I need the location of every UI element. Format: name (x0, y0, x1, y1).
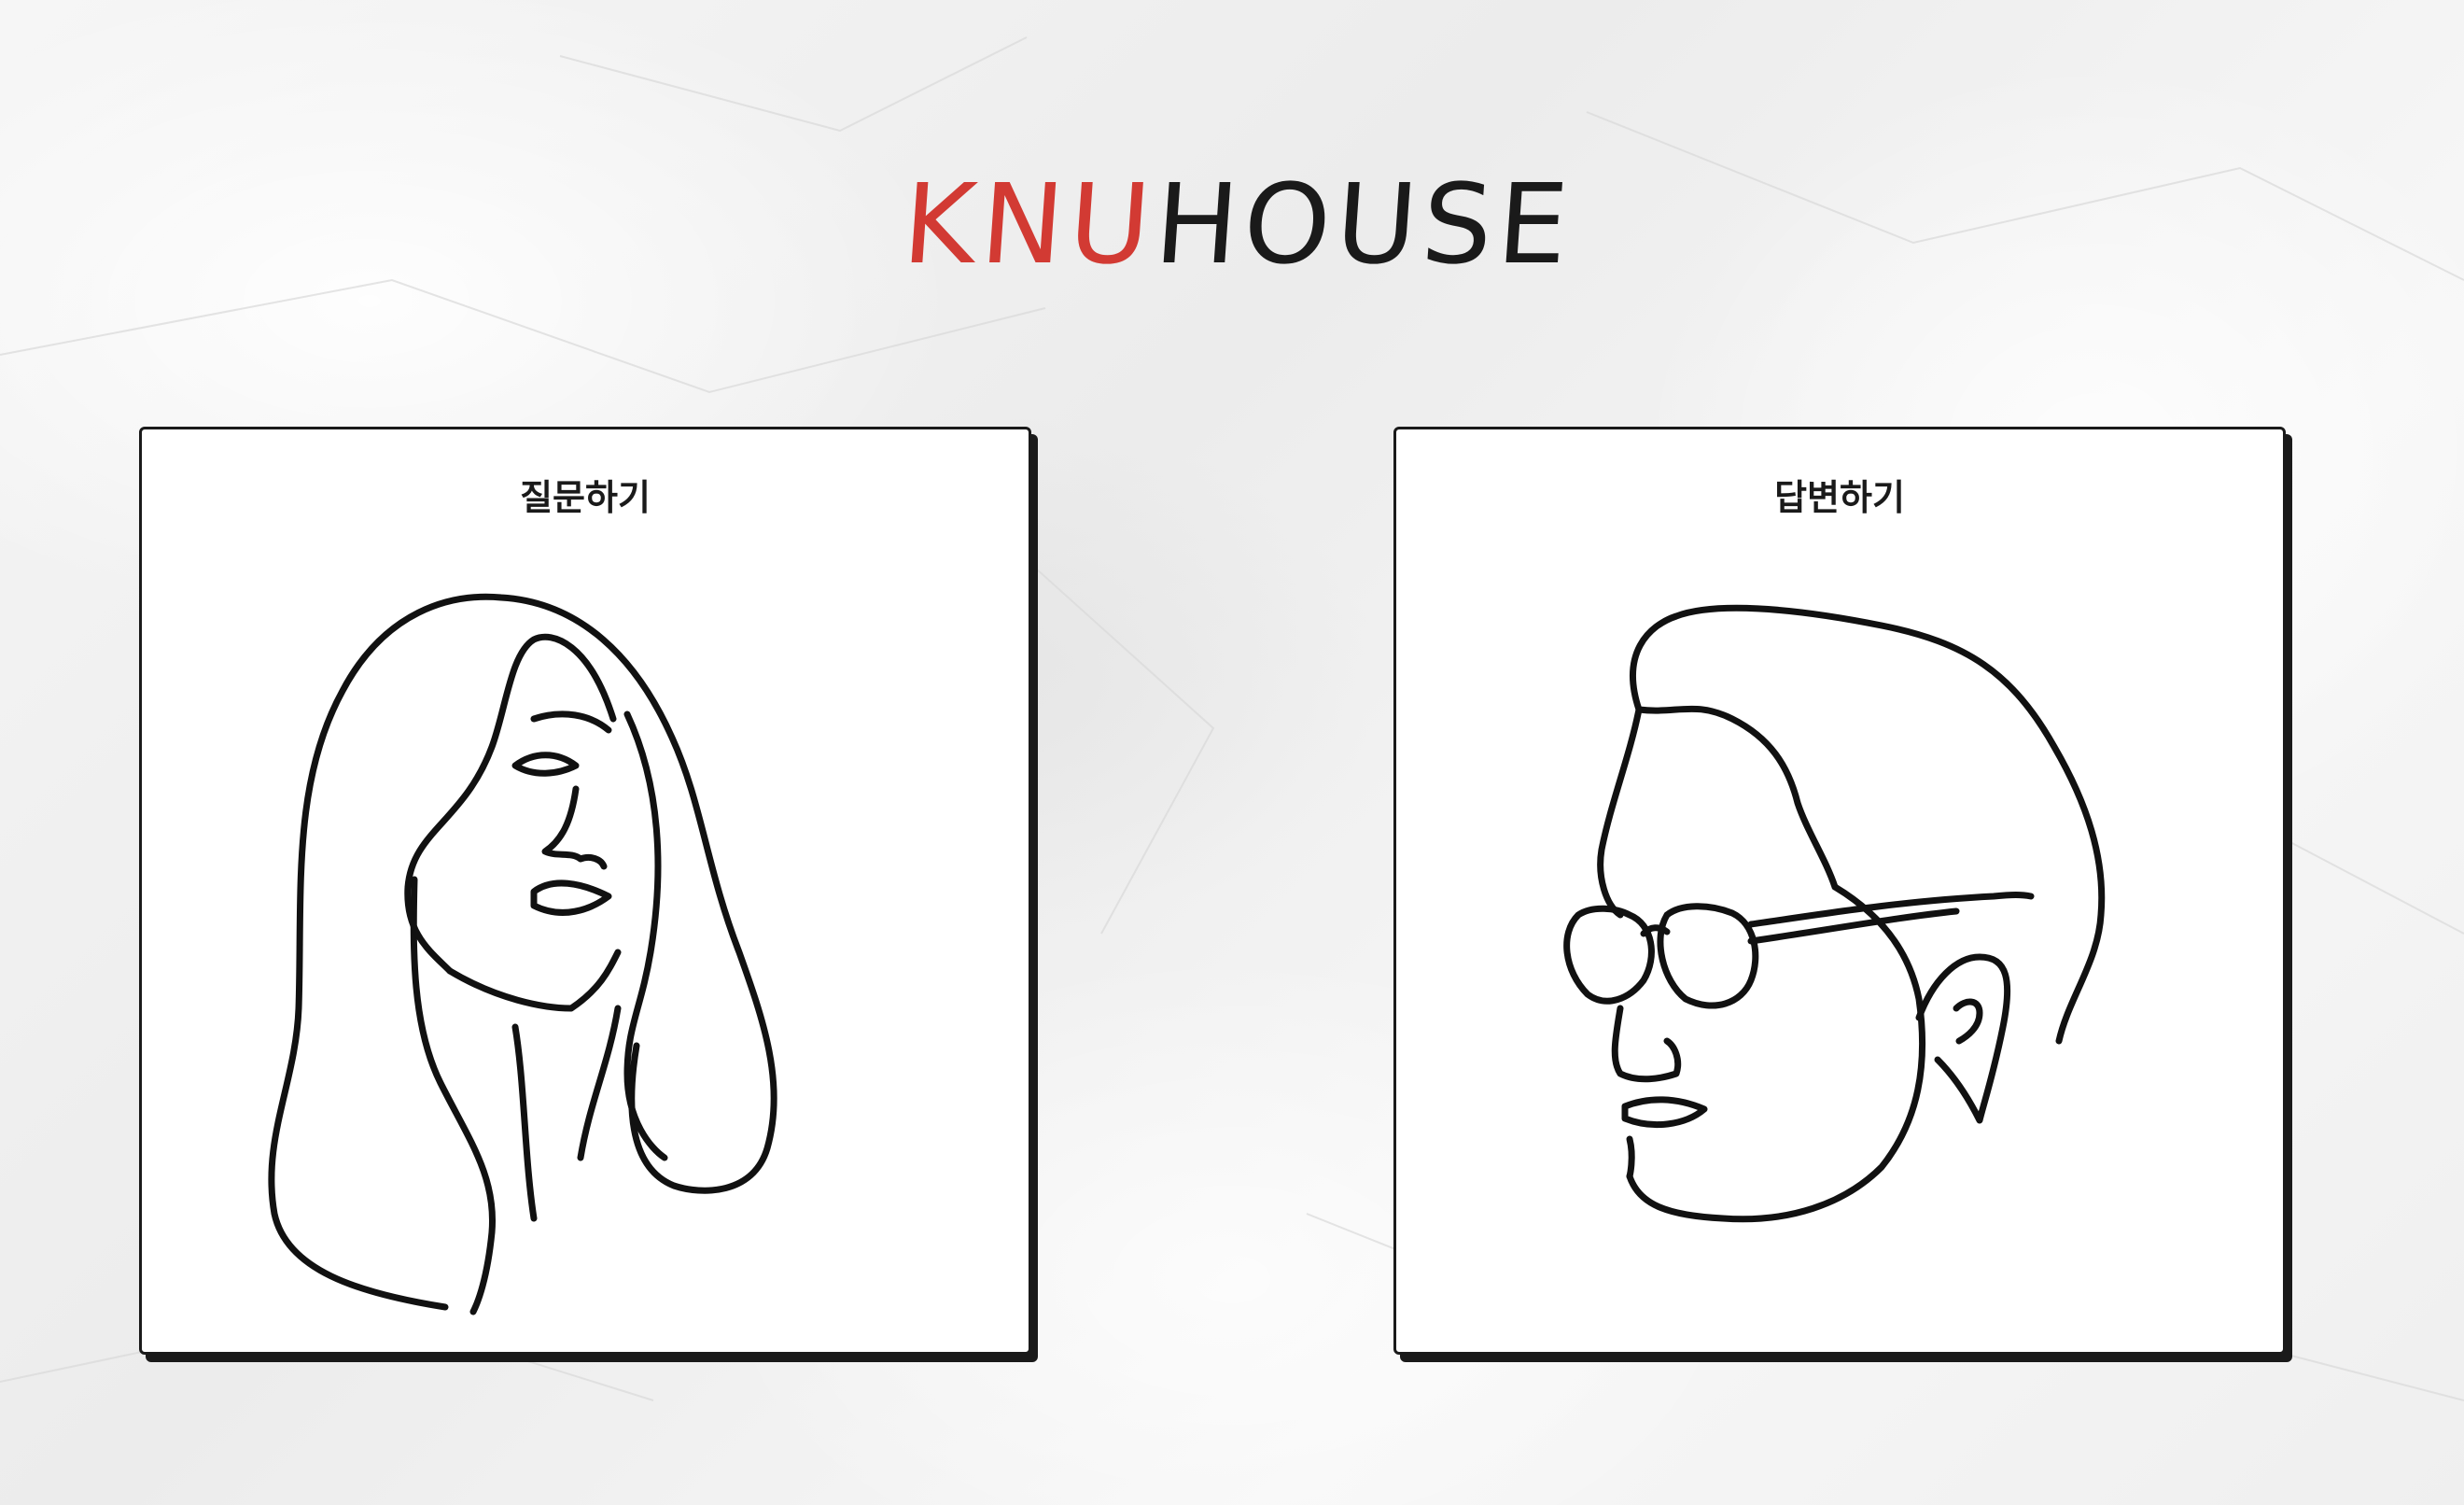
ask-question-card[interactable]: 질문하기 (139, 427, 1031, 1355)
woman-line-art-icon (268, 593, 777, 1315)
logo-house: HOUSE (1151, 160, 1578, 288)
knuhouse-logo[interactable]: KNUHOUSE (899, 159, 1577, 289)
man-with-sunglasses-line-art-icon (1563, 604, 2106, 1223)
answer-card[interactable]: 답변하기 (1393, 427, 2286, 1355)
logo-knu: KNU (899, 160, 1160, 288)
